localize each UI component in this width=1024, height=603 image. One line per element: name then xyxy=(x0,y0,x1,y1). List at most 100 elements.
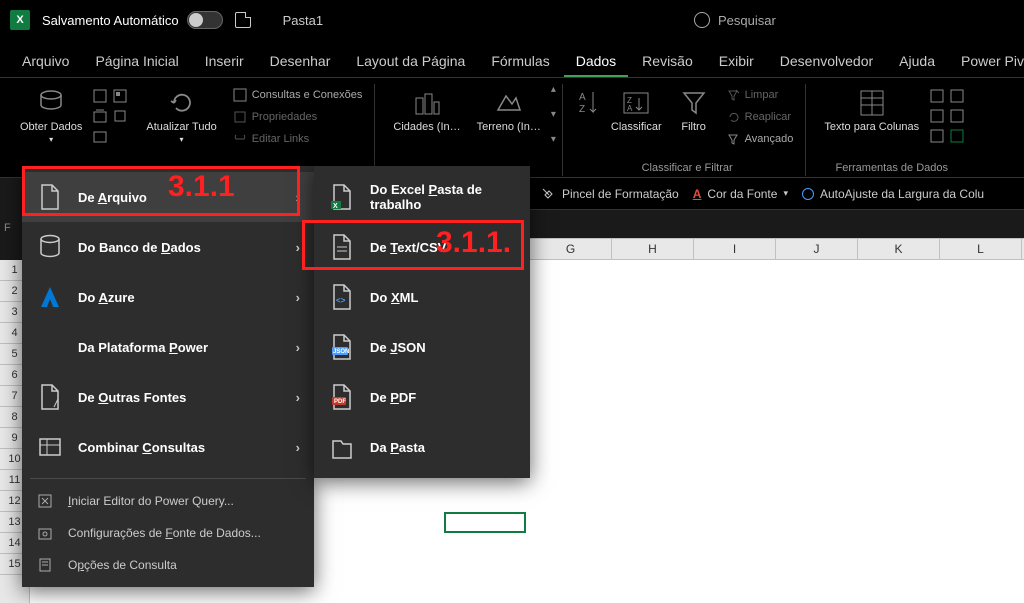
texto-colunas-button[interactable]: Texto para Colunas xyxy=(818,84,925,156)
propriedades-button[interactable]: Propriedades xyxy=(227,106,369,128)
submenu-item-de-json[interactable]: JSON De JSON xyxy=(314,322,530,372)
column-headers: GHIJKL xyxy=(530,238,1024,260)
cor-fonte[interactable]: A Cor da Fonte ▾ xyxy=(693,187,788,201)
menu-icon xyxy=(328,233,356,261)
tab-layout-da-página[interactable]: Layout da Página xyxy=(344,45,477,77)
autosave-label: Salvamento Automático xyxy=(42,13,179,28)
limpar-button[interactable]: Limpar xyxy=(720,84,800,106)
annotation-1: 3.1.1 xyxy=(168,170,235,204)
menu-icon xyxy=(36,233,64,261)
menu-label: Do Azure xyxy=(78,290,135,305)
chevron-down-icon[interactable]: ▾ xyxy=(551,109,556,120)
tab-desenvolvedor[interactable]: Desenvolvedor xyxy=(768,45,885,77)
chevron-up-icon[interactable]: ▴ xyxy=(551,84,556,95)
submenu-item-do-excel-pasta-de-trabalho[interactable]: X Do Excel Pasta de trabalho xyxy=(314,172,530,222)
menu-item-footer[interactable]: Iniciar Editor do Power Query... xyxy=(22,485,314,517)
cidades-button[interactable]: Cidades (In… xyxy=(387,84,466,156)
svg-text:JSON: JSON xyxy=(333,349,349,355)
reaplicar-button[interactable]: Reaplicar xyxy=(720,106,800,128)
menu-item-footer[interactable]: Opções de Consulta xyxy=(22,549,314,581)
column-header[interactable]: I xyxy=(694,239,776,259)
menu-icon xyxy=(36,283,64,311)
column-header[interactable]: K xyxy=(858,239,940,259)
column-header[interactable]: J xyxy=(776,239,858,259)
icon-small[interactable] xyxy=(949,128,965,144)
tab-inserir[interactable]: Inserir xyxy=(193,45,256,77)
titlebar: X Salvamento Automático Pasta1 Pesquisar xyxy=(0,0,1024,40)
menu-icon xyxy=(36,183,64,211)
menu-item-de-outras-fontes[interactable]: De Outras Fontes › xyxy=(22,372,314,422)
icon-small[interactable] xyxy=(92,108,108,124)
tab-power-pivot[interactable]: Power Pivot xyxy=(949,45,1024,77)
icon-small[interactable] xyxy=(929,128,945,144)
menu-label: Da Pasta xyxy=(370,440,425,455)
save-icon[interactable] xyxy=(235,12,251,28)
icon-small[interactable] xyxy=(92,88,108,104)
sort-button[interactable]: AZ xyxy=(575,84,601,156)
menu-label: Da Plataforma Power xyxy=(78,340,208,355)
toggle-switch[interactable] xyxy=(187,11,223,29)
chevron-right-icon: › xyxy=(296,390,300,405)
icon-small[interactable] xyxy=(929,108,945,124)
search-placeholder: Pesquisar xyxy=(718,13,776,28)
tab-ajuda[interactable]: Ajuda xyxy=(887,45,947,77)
icon-small[interactable] xyxy=(949,108,965,124)
menu-label: De Arquivo xyxy=(78,190,147,205)
submenu-item-de-pdf[interactable]: PDFDe PDF xyxy=(314,372,530,422)
filtro-button[interactable]: Filtro xyxy=(672,84,716,156)
chevron-right-icon: › xyxy=(296,190,300,205)
consultas-button[interactable]: Consultas e Conexões xyxy=(227,84,369,106)
menu-item-do-banco-de-dados[interactable]: Do Banco de Dados› xyxy=(22,222,314,272)
column-header[interactable]: G xyxy=(530,239,612,259)
menu-icon: <> xyxy=(328,283,356,311)
chevron-right-icon: › xyxy=(296,290,300,305)
menu-icon: JSON xyxy=(328,333,356,361)
classificar-button[interactable]: ZA Classificar xyxy=(605,84,668,156)
obter-dados-button[interactable]: Obter Dados ▾ xyxy=(14,84,88,156)
menu-item-footer[interactable]: Configurações de Fonte de Dados... xyxy=(22,517,314,549)
menu-label: De Outras Fontes xyxy=(78,390,186,405)
column-header[interactable]: H xyxy=(612,239,694,259)
ribbon-tabs: ArquivoPágina InicialInserirDesenharLayo… xyxy=(0,40,1024,78)
de-arquivo-submenu: XDo Excel Pasta de trabalhoDe Text/CSV<>… xyxy=(314,166,530,478)
svg-text:X: X xyxy=(333,203,338,210)
autosave-toggle[interactable]: Salvamento Automático xyxy=(42,11,223,29)
search-box[interactable]: Pesquisar xyxy=(694,12,974,28)
editar-links-button[interactable]: Editar Links xyxy=(227,128,369,150)
menu-item-da-plataforma-power[interactable]: Da Plataforma Power› xyxy=(22,322,314,372)
tab-arquivo[interactable]: Arquivo xyxy=(10,45,81,77)
menu-label: Configurações de Fonte de Dados... xyxy=(68,526,261,540)
menu-item-do-azure[interactable]: Do Azure › xyxy=(22,272,314,322)
terreno-button[interactable]: Terreno (In… xyxy=(471,84,547,156)
menu-icon xyxy=(36,433,64,461)
menu-label: Do Excel Pasta de trabalho xyxy=(370,182,516,212)
svg-text:<>: <> xyxy=(336,296,346,305)
autoajuste[interactable]: AutoAjuste da Largura da Colu xyxy=(802,187,984,201)
format-toolbar: Pincel de Formatação A Cor da Fonte ▾ Au… xyxy=(530,178,1024,210)
expand-icon[interactable]: ▾ xyxy=(551,134,556,145)
icon-small[interactable] xyxy=(929,88,945,104)
menu-item-combinar-consultas[interactable]: Combinar Consultas› xyxy=(22,422,314,472)
tab-fórmulas[interactable]: Fórmulas xyxy=(479,45,561,77)
submenu-item-do-xml[interactable]: <>Do XML xyxy=(314,272,530,322)
tab-dados[interactable]: Dados xyxy=(564,45,628,77)
tab-exibir[interactable]: Exibir xyxy=(707,45,766,77)
pincel-formatacao[interactable]: Pincel de Formatação xyxy=(540,186,679,202)
atualizar-tudo-button[interactable]: Atualizar Tudo ▾ xyxy=(140,84,222,156)
tab-desenhar[interactable]: Desenhar xyxy=(258,45,343,77)
menu-label: De JSON xyxy=(370,340,426,355)
menu-label: Combinar Consultas xyxy=(78,440,205,455)
icon-small[interactable] xyxy=(112,108,128,124)
annotation-2: 3.1.1. xyxy=(436,226,511,260)
column-header[interactable]: L xyxy=(940,239,1022,259)
tab-revisão[interactable]: Revisão xyxy=(630,45,705,77)
icon-small[interactable] xyxy=(92,128,108,144)
submenu-item-da-pasta[interactable]: Da Pasta xyxy=(314,422,530,472)
avancado-button[interactable]: Avançado xyxy=(720,128,800,150)
icon-small[interactable] xyxy=(112,88,128,104)
menu-label: De PDF xyxy=(370,390,416,405)
selected-cell[interactable] xyxy=(444,512,526,533)
tab-página-inicial[interactable]: Página Inicial xyxy=(83,45,190,77)
menu-icon xyxy=(36,556,54,574)
icon-small[interactable] xyxy=(949,88,965,104)
